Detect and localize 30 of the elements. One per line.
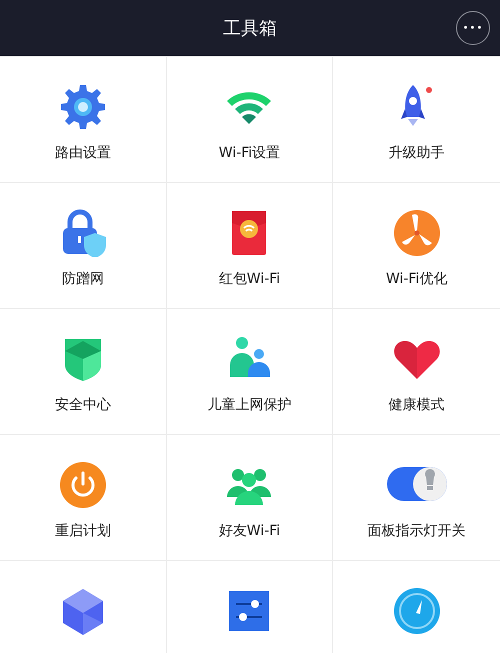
more-button[interactable]: •••	[456, 11, 490, 45]
tool-label: 路由设置	[54, 144, 111, 162]
tool-label: 防蹭网	[62, 270, 104, 288]
gauge-icon	[392, 587, 441, 635]
tool-tile[interactable]: 路由设置	[0, 57, 167, 183]
tool-tile[interactable]: 红包Wi-Fi	[166, 183, 334, 309]
tool-label: 升级助手	[388, 144, 445, 162]
gear-icon	[58, 83, 107, 131]
tool-tile[interactable]: 儿童上网保护	[166, 309, 334, 435]
power-icon	[58, 461, 107, 509]
tool-label: 红包Wi-Fi	[218, 270, 280, 288]
tool-label: 儿童上网保护	[207, 396, 292, 414]
tool-tile[interactable]: 防蹭网	[0, 183, 167, 309]
tool-tile[interactable]: Wi-Fi设置	[166, 57, 334, 183]
tool-label: Wi-Fi优化	[386, 270, 448, 288]
tool-tile[interactable]: 重启计划	[0, 435, 167, 561]
tool-label: 好友Wi-Fi	[218, 522, 280, 540]
tool-tile[interactable]: 安全中心	[0, 309, 167, 435]
tool-tile[interactable]: 面板指示灯开关	[333, 435, 500, 561]
tool-tile[interactable]: Wi-Fi优化	[333, 183, 500, 309]
tool-label: 安全中心	[54, 396, 111, 414]
tool-label: Wi-Fi设置	[218, 144, 280, 162]
fan-icon	[392, 209, 441, 257]
tool-label: 健康模式	[388, 396, 445, 414]
tool-tile[interactable]: 升级助手	[333, 57, 500, 183]
page-title: 工具箱	[223, 17, 277, 40]
tool-tile[interactable]: 好友Wi-Fi	[166, 435, 334, 561]
tool-tile[interactable]: 健康模式	[333, 309, 500, 435]
tool-label: 面板指示灯开关	[368, 522, 466, 540]
tool-label: 重启计划	[54, 522, 111, 540]
